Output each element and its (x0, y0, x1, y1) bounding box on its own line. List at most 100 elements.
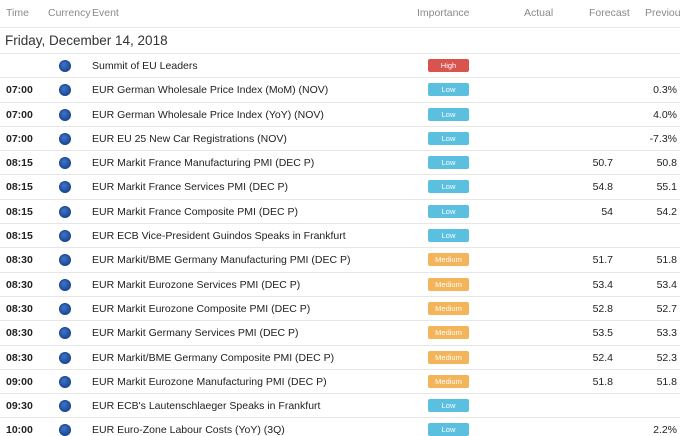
eu-flag-icon (59, 157, 71, 170)
table-row[interactable]: 08:15 EUR Markit France Manufacturing PMI… (0, 151, 680, 176)
table-row[interactable]: 09:00 EUR Markit Eurozone Manufacturing P… (0, 370, 680, 395)
forecast-value: 53.4 (592, 278, 613, 291)
eu-flag-icon (59, 278, 71, 291)
eu-flag-icon (59, 424, 71, 436)
table-row[interactable]: 08:15 EUR ECB Vice-President Guindos Spea… (0, 224, 680, 249)
event-name[interactable]: EUR Markit France Composite PMI (DEC P) (92, 206, 298, 218)
eu-flag-icon (59, 132, 71, 145)
previous-value: 51.8 (656, 375, 677, 388)
calendar-table: Time Currency Event Importance Actual Fo… (0, 0, 680, 436)
event-name[interactable]: EUR Markit France Services PMI (DEC P) (92, 181, 288, 193)
event-time: 10:00 (6, 424, 33, 436)
eu-flag-icon (59, 108, 71, 121)
importance-badge: Low (428, 204, 469, 218)
column-header-event[interactable]: Event (92, 7, 119, 19)
event-name[interactable]: EUR Markit Eurozone Services PMI (DEC P) (92, 279, 300, 291)
eu-flag-icon (59, 327, 71, 340)
event-time: 08:30 (6, 302, 33, 315)
event-time: 08:30 (6, 254, 33, 267)
importance-badge: Medium (428, 374, 469, 388)
event-time: 08:30 (6, 278, 33, 291)
column-header-previous[interactable]: Previous (645, 7, 680, 19)
table-header: Time Currency Event Importance Actual Fo… (0, 0, 680, 28)
event-time: 07:00 (6, 84, 33, 97)
event-name[interactable]: EUR Markit France Manufacturing PMI (DEC… (92, 157, 314, 169)
table-row[interactable]: 08:30 EUR Markit Eurozone Services PMI (D… (0, 273, 680, 297)
event-name[interactable]: EUR Markit Eurozone Manufacturing PMI (D… (92, 376, 327, 388)
eu-flag-icon (59, 60, 71, 72)
previous-value: 51.8 (656, 254, 677, 267)
eu-flag-icon (59, 254, 71, 267)
table-row[interactable]: Summit of EU Leaders High (0, 54, 680, 79)
previous-value: 53.3 (656, 327, 677, 340)
importance-badge: Low (428, 156, 469, 170)
event-name[interactable]: EUR German Wholesale Price Index (MoM) (… (92, 84, 328, 96)
forecast-value: 54.8 (592, 181, 613, 194)
event-name[interactable]: EUR Markit Germany Services PMI (DEC P) (92, 327, 299, 339)
event-time: 09:30 (6, 400, 33, 413)
table-row[interactable]: 07:00 EUR EU 25 New Car Registrations (NO… (0, 127, 680, 152)
previous-value: 54.2 (656, 205, 677, 218)
eu-flag-icon (59, 302, 71, 315)
column-header-forecast[interactable]: Forecast (589, 7, 630, 19)
event-name[interactable]: EUR Markit/BME Germany Manufacturing PMI… (92, 254, 350, 266)
table-row[interactable]: 08:15 EUR Markit France Composite PMI (DE… (0, 200, 680, 225)
event-time: 08:30 (6, 327, 33, 340)
importance-badge: Medium (428, 301, 469, 315)
event-name[interactable]: EUR EU 25 New Car Registrations (NOV) (92, 133, 287, 145)
table-row[interactable]: 07:00 EUR German Wholesale Price Index (Y… (0, 103, 680, 127)
table-row[interactable]: 07:00 EUR German Wholesale Price Index (M… (0, 78, 680, 103)
event-time: 08:15 (6, 230, 33, 243)
previous-value: -7.3% (649, 132, 677, 145)
column-header-time[interactable]: Time (6, 7, 29, 19)
event-name[interactable]: Summit of EU Leaders (92, 60, 198, 72)
date-label: Friday, December 14, 2018 (5, 33, 168, 48)
importance-badge: Low (428, 229, 469, 243)
event-time: 09:00 (6, 375, 33, 388)
eu-flag-icon (59, 375, 71, 388)
event-name[interactable]: EUR ECB's Lautenschlaeger Speaks in Fran… (92, 400, 320, 412)
importance-badge: Low (428, 180, 469, 194)
column-header-currency[interactable]: Currency (48, 7, 91, 19)
importance-badge: Medium (428, 326, 469, 340)
table-row[interactable]: 08:15 EUR Markit France Services PMI (DEC… (0, 175, 680, 200)
event-name[interactable]: EUR German Wholesale Price Index (YoY) (… (92, 109, 324, 121)
forecast-value: 51.7 (592, 254, 613, 267)
eu-flag-icon (59, 205, 71, 218)
importance-badge: Low (428, 131, 469, 145)
column-header-actual[interactable]: Actual (524, 7, 553, 19)
forecast-value: 53.5 (592, 327, 613, 340)
previous-value: 2.2% (653, 424, 677, 436)
event-name[interactable]: EUR Markit Eurozone Composite PMI (DEC P… (92, 303, 310, 315)
table-row[interactable]: 08:30 EUR Markit/BME Germany Manufacturin… (0, 248, 680, 273)
previous-value: 53.4 (656, 278, 677, 291)
table-row[interactable]: 08:30 EUR Markit Germany Services PMI (DE… (0, 321, 680, 346)
forecast-value: 52.4 (592, 351, 613, 364)
previous-value: 55.1 (656, 181, 677, 194)
event-time: 08:15 (6, 205, 33, 218)
date-group-header: Friday, December 14, 2018 (0, 28, 680, 54)
event-name[interactable]: EUR ECB Vice-President Guindos Speaks in… (92, 230, 346, 242)
importance-badge: Low (428, 107, 469, 121)
table-row[interactable]: 09:30 EUR ECB's Lautenschlaeger Speaks in… (0, 394, 680, 419)
forecast-value: 51.8 (592, 375, 613, 388)
importance-badge: Medium (428, 277, 469, 291)
table-row[interactable]: 08:30 EUR Markit Eurozone Composite PMI (… (0, 297, 680, 322)
importance-badge: Low (428, 399, 469, 413)
previous-value: 0.3% (653, 84, 677, 97)
eu-flag-icon (59, 84, 71, 97)
eu-flag-icon (59, 230, 71, 243)
column-header-importance[interactable]: Importance (417, 7, 470, 19)
event-time: 08:15 (6, 181, 33, 194)
importance-badge: Medium (428, 350, 469, 364)
event-name[interactable]: EUR Euro-Zone Labour Costs (YoY) (3Q) (92, 424, 285, 436)
table-row[interactable]: 08:30 EUR Markit/BME Germany Composite PM… (0, 346, 680, 370)
table-row[interactable]: 10:00 EUR Euro-Zone Labour Costs (YoY) (3… (0, 418, 680, 436)
event-rows: Summit of EU Leaders High 07:00 EUR German … (0, 54, 680, 436)
previous-value: 52.3 (656, 351, 677, 364)
importance-badge: Low (428, 83, 469, 97)
previous-value: 4.0% (653, 108, 677, 121)
event-time: 08:15 (6, 157, 33, 170)
importance-badge: Low (428, 423, 469, 436)
event-name[interactable]: EUR Markit/BME Germany Composite PMI (DE… (92, 352, 334, 364)
